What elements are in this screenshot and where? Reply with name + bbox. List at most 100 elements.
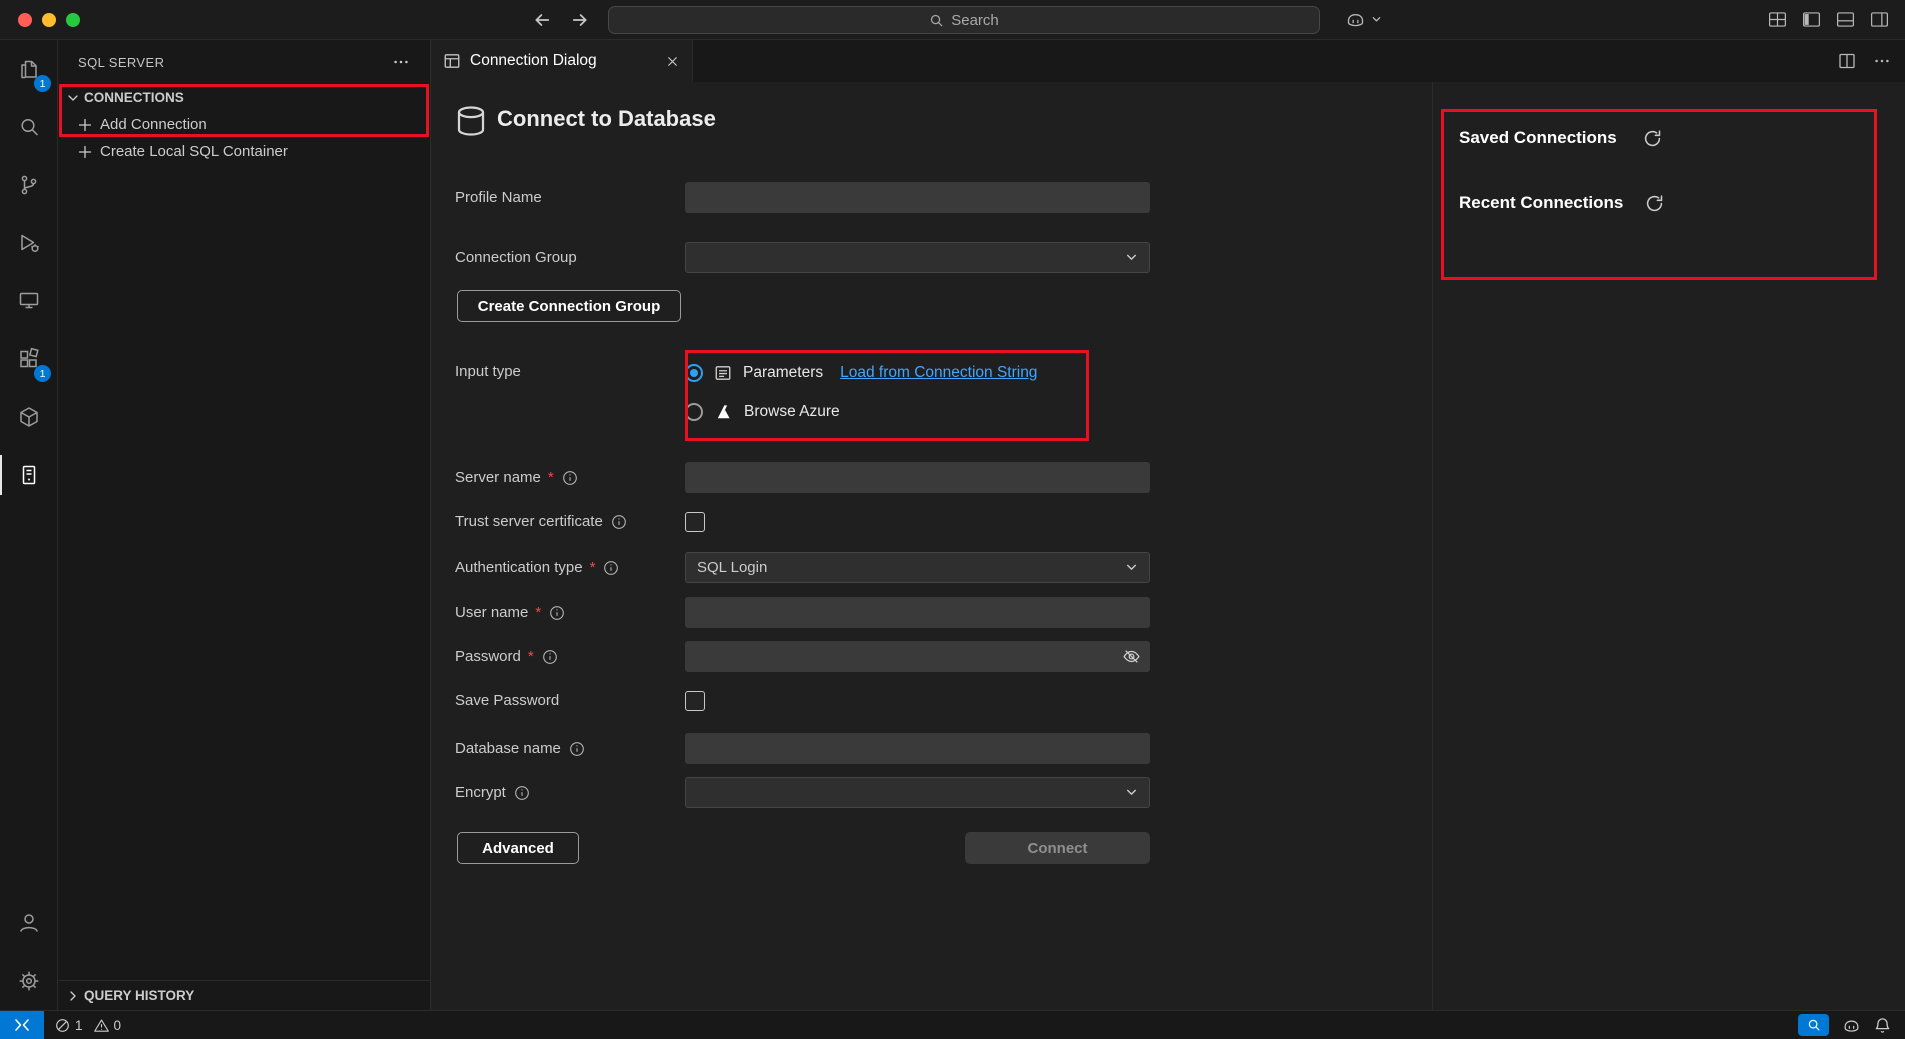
saved-connections-row: Saved Connections [1459,128,1662,148]
user-name-input[interactable] [685,597,1150,628]
info-icon[interactable] [611,514,627,530]
activity-run-debug[interactable] [0,214,57,272]
authentication-type-label: Authentication type* [455,552,683,583]
info-icon[interactable] [569,741,585,757]
save-password-checkbox[interactable] [685,691,705,711]
editor-actions [1837,40,1891,82]
history-nav [532,10,590,30]
run-debug-icon [17,231,41,255]
connections-section-label: CONNECTIONS [84,90,184,105]
refresh-icon[interactable] [1643,129,1662,148]
explorer-badge: 1 [34,75,51,92]
search-placeholder: Search [951,12,999,29]
close-window-button[interactable] [18,13,32,27]
connections-section-header[interactable]: CONNECTIONS [58,84,430,111]
encrypt-label: Encrypt [455,777,683,808]
maximize-window-button[interactable] [66,13,80,27]
parameters-icon [714,364,732,382]
create-local-sql-container-label: Create Local SQL Container [100,143,288,160]
remote-indicator[interactable] [0,1011,44,1039]
activity-explorer[interactable]: 1 [0,40,57,98]
server-name-input[interactable] [685,462,1150,493]
editor-group: Connection Dialog Connect to Database Pr… [431,40,1905,1010]
problems-status[interactable]: 1 0 [55,1018,121,1033]
sql-server-icon [17,463,41,487]
activity-remote-explorer[interactable] [0,272,57,330]
password-input[interactable] [685,641,1150,672]
page-title: Connect to Database [497,106,716,132]
toggle-secondary-sidebar-icon[interactable] [1869,9,1890,30]
activity-containers[interactable] [0,388,57,446]
radio-unselected[interactable] [685,403,703,421]
saved-connections-title: Saved Connections [1459,128,1617,148]
activity-source-control[interactable] [0,156,57,214]
plus-icon [77,117,93,133]
connect-button[interactable]: Connect [965,832,1150,864]
profile-name-input[interactable] [685,182,1150,213]
activity-settings[interactable] [0,952,57,1010]
azure-icon [714,403,733,422]
forward-icon[interactable] [570,10,590,30]
add-connection-label: Add Connection [100,116,207,133]
toggle-sidebar-icon[interactable] [1801,9,1822,30]
minimize-window-button[interactable] [42,13,56,27]
parameters-label[interactable]: Parameters [743,364,823,382]
encrypt-select[interactable] [685,777,1150,808]
connection-group-label: Connection Group [455,242,683,273]
layout-controls [1767,9,1890,30]
authentication-type-select[interactable]: SQL Login [685,552,1150,583]
info-icon[interactable] [562,470,578,486]
browse-azure-label[interactable]: Browse Azure [744,403,840,421]
trust-server-certificate-label: Trust server certificate [455,506,683,537]
info-icon[interactable] [514,785,530,801]
notifications-bell-icon[interactable] [1874,1017,1891,1034]
warning-icon [94,1018,109,1033]
input-type-label: Input type [455,356,683,387]
toggle-panel-icon[interactable] [1835,9,1856,30]
user-name-label: User name* [455,597,683,628]
split-editor-icon[interactable] [1837,51,1857,71]
query-history-section-header[interactable]: QUERY HISTORY [58,980,430,1010]
sidebar-sql-server: SQL SERVER CONNECTIONS Add Connection Cr… [58,40,431,1010]
copilot-menu[interactable] [1345,9,1382,30]
copilot-status-icon[interactable] [1842,1016,1861,1035]
recent-connections-row: Recent Connections [1459,193,1664,213]
load-connection-string-link[interactable]: Load from Connection String [840,364,1037,382]
query-history-label: QUERY HISTORY [84,988,194,1003]
status-bar: 1 0 [0,1010,1905,1039]
database-name-input[interactable] [685,733,1150,764]
activity-accounts[interactable] [0,894,57,952]
activity-extensions[interactable]: 1 [0,330,57,388]
close-tab-icon[interactable] [665,54,680,69]
tab-connection-dialog[interactable]: Connection Dialog [431,40,693,82]
activity-sql-server[interactable] [0,446,57,504]
refresh-icon[interactable] [1645,194,1664,213]
add-connection-item[interactable]: Add Connection [58,111,430,138]
connection-dialog-icon [443,52,461,70]
create-local-sql-container-item[interactable]: Create Local SQL Container [58,138,430,165]
command-center-search[interactable]: Search [608,6,1320,34]
chevron-right-icon [65,988,81,1004]
eye-off-icon[interactable] [1122,647,1141,666]
info-icon[interactable] [542,649,558,665]
chevron-down-icon [1125,786,1138,799]
info-icon[interactable] [549,605,565,621]
activity-bar: 1 1 [0,40,58,1010]
zoom-status-item[interactable] [1798,1014,1829,1036]
info-icon[interactable] [603,560,619,576]
more-actions-icon[interactable] [1873,52,1891,70]
connection-group-select[interactable] [685,242,1150,273]
activity-search[interactable] [0,98,57,156]
create-connection-group-button[interactable]: Create Connection Group [457,290,681,322]
chevron-down-icon [1371,14,1382,25]
back-icon[interactable] [532,10,552,30]
trust-server-certificate-checkbox[interactable] [685,512,705,532]
customize-layout-icon[interactable] [1767,9,1788,30]
more-actions-icon[interactable] [392,53,410,71]
advanced-button[interactable]: Advanced [457,832,579,864]
search-icon [929,13,944,28]
warning-count: 0 [114,1018,122,1033]
magnifier-icon [1807,1018,1821,1032]
radio-selected[interactable] [685,364,703,382]
titlebar: Search [0,0,1905,40]
